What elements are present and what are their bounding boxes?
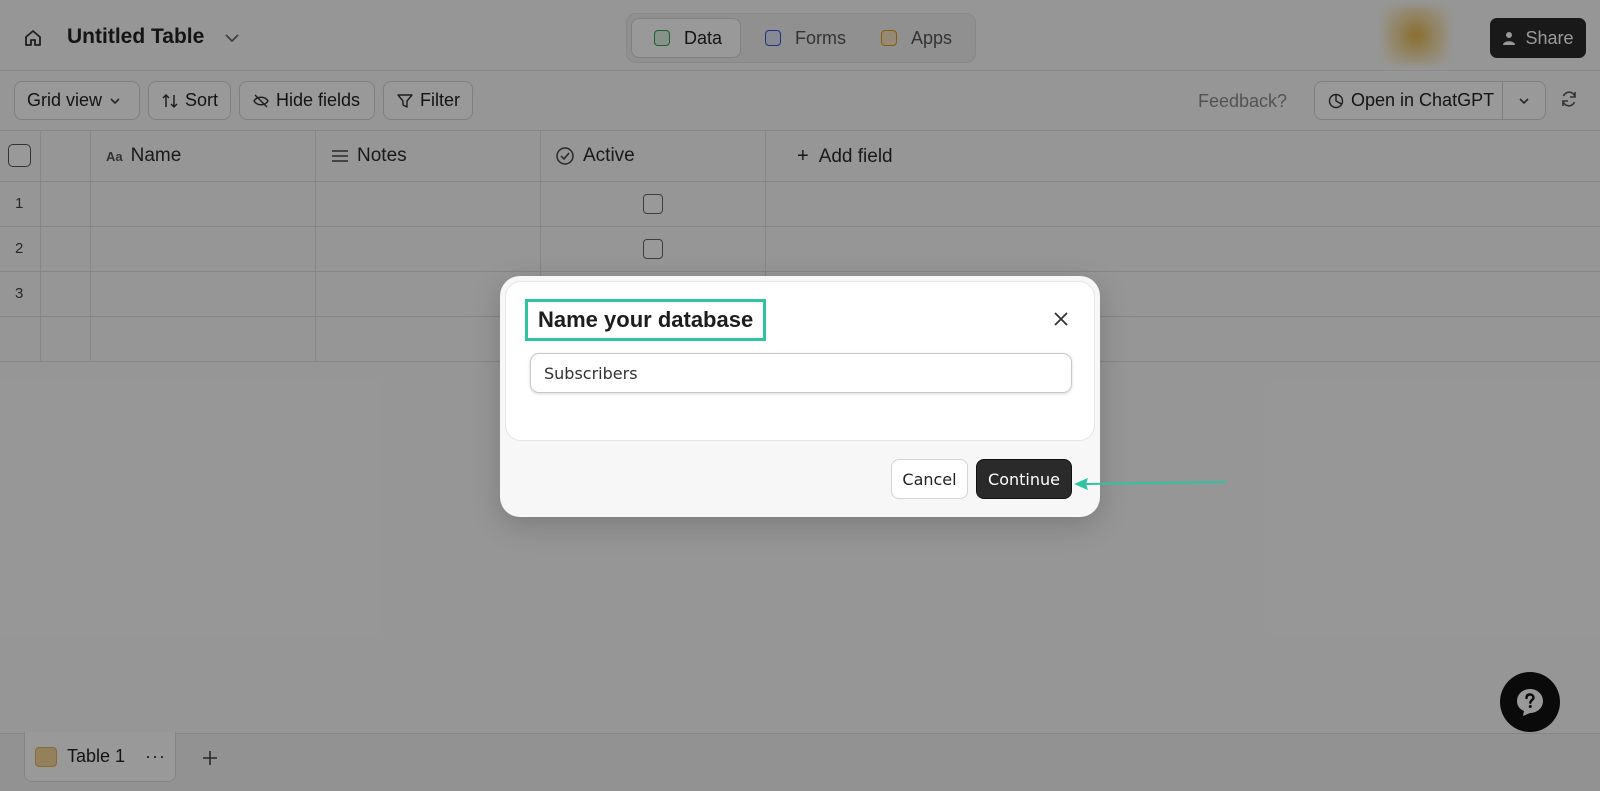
dialog-body: Name your database: [505, 281, 1095, 441]
continue-button[interactable]: Continue: [976, 459, 1072, 499]
database-name-input[interactable]: [530, 353, 1072, 393]
dialog-title: Name your database: [525, 299, 767, 341]
name-database-dialog: Name your database Cancel Continue: [500, 276, 1100, 517]
cancel-button[interactable]: Cancel: [891, 459, 968, 499]
annotation-arrow: [1074, 478, 1227, 490]
close-icon[interactable]: [1050, 308, 1072, 330]
